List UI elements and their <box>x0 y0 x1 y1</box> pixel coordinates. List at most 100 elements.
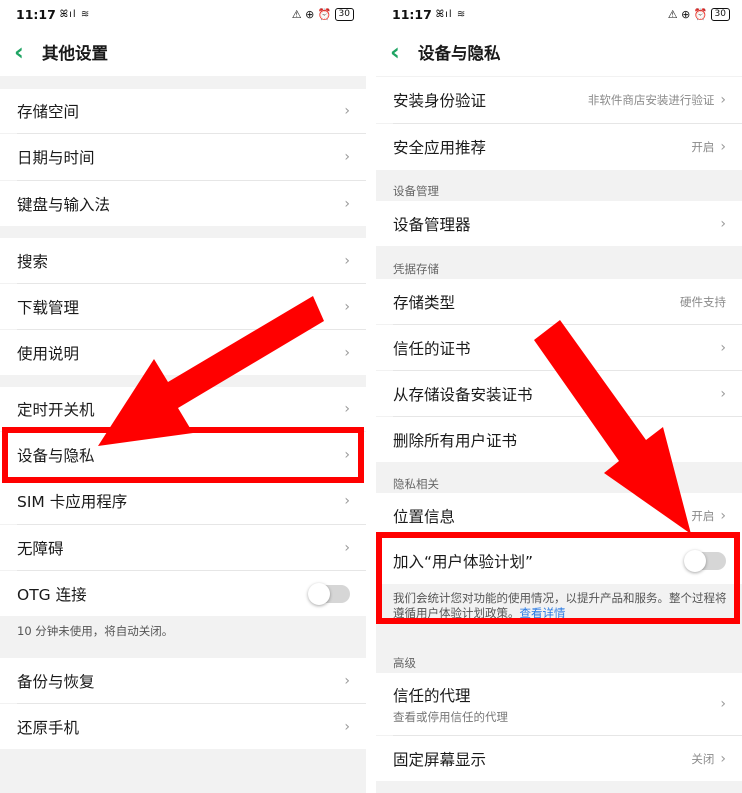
settings-item-storage-type[interactable]: 存储类型 硬件支持 <box>376 279 742 324</box>
section-label-privacy: 隐私相关 <box>393 477 439 491</box>
status-bar: 11:17 ꕤıl ≋ ⚠ ⊕ ⏰ 30 <box>0 0 366 28</box>
page-title: 设备与隐私 <box>418 44 501 63</box>
settings-item-search[interactable]: 搜索 › <box>0 238 366 283</box>
chevron-right-icon: › <box>344 401 350 417</box>
settings-item-downloads[interactable]: 下载管理 › <box>0 284 366 329</box>
chevron-right-icon: › <box>344 195 350 212</box>
title-bar: ‹ 设备与隐私 <box>376 28 742 76</box>
status-time: 11:17 <box>392 6 432 22</box>
settings-item-label: 定时开关机 <box>17 401 95 419</box>
chevron-right-icon: › <box>720 339 726 356</box>
chevron-right-icon: › <box>344 539 350 556</box>
settings-item-manual[interactable]: 使用说明 › <box>0 330 366 375</box>
battery-icon: 30 <box>334 7 354 21</box>
chevron-right-icon: › <box>720 696 726 712</box>
settings-item-screen-pin[interactable]: 固定屏幕显示 关闭 › <box>376 736 742 781</box>
settings-item-trusted-agent[interactable]: 信任的代理 查看或停用信任的代理 › <box>376 673 742 735</box>
settings-item-reset[interactable]: 还原手机 › <box>0 704 366 749</box>
chevron-right-icon: › <box>720 139 726 155</box>
device-privacy-screen: 11:17 ꕤıl ≋ ⚠ ⊕ ⏰ 30 ‹ 设备与隐私 安装身份验证 非软件商… <box>376 0 742 793</box>
settings-item-label: 存储类型 <box>393 293 456 312</box>
settings-item-value: 硬件支持 <box>680 294 726 309</box>
settings-item-label: 加入“用户体验计划” <box>393 553 534 571</box>
ux-plan-toggle[interactable] <box>684 550 726 572</box>
settings-item-label: 存储空间 <box>17 103 80 121</box>
ux-plan-note: 我们会统计您对功能的使用情况，以提升产品和服务。整个过程将遵循用户体验计划政策。… <box>393 591 730 619</box>
settings-item-date-time[interactable]: 日期与时间 › <box>0 134 366 180</box>
settings-item-accessibility[interactable]: 无障碍 › <box>0 525 366 570</box>
chevron-right-icon: › <box>344 344 350 361</box>
otg-toggle[interactable] <box>308 582 350 605</box>
otg-note: 10 分钟未使用，将自动关闭。 <box>17 624 174 638</box>
settings-item-label: 信任的代理 <box>393 686 471 705</box>
settings-item-otg[interactable]: OTG 连接 <box>0 571 366 616</box>
settings-item-label: 下载管理 <box>17 298 80 317</box>
chevron-right-icon: › <box>720 385 726 402</box>
settings-item-value: 开启 <box>691 140 715 154</box>
chevron-right-icon: › <box>344 252 350 269</box>
battery-icon: 30 <box>710 7 730 21</box>
settings-item-safe-app[interactable]: 安全应用推荐 开启 › <box>376 124 742 170</box>
signal-icon: ꕤıl ≋ <box>59 8 91 20</box>
settings-item-trusted-cert[interactable]: 信任的证书 › <box>376 325 742 370</box>
ux-plan-details-link[interactable]: 查看详情 <box>520 606 566 619</box>
settings-item-location[interactable]: 位置信息 开启 › <box>376 493 742 538</box>
chevron-right-icon: › <box>720 215 726 232</box>
back-arrow-icon[interactable]: ‹ <box>390 40 416 64</box>
settings-item-label: 信任的证书 <box>393 339 471 358</box>
settings-item-subtitle: 查看或停用信任的代理 <box>393 709 508 724</box>
settings-item-label: 使用说明 <box>17 344 80 363</box>
settings-item-label: 无障碍 <box>17 539 64 558</box>
settings-item-keyboard[interactable]: 键盘与输入法 › <box>0 181 366 226</box>
chevron-right-icon: › <box>344 149 350 165</box>
settings-item-label: 备份与恢复 <box>17 672 95 691</box>
settings-item-sim-apps[interactable]: SIM 卡应用程序 › <box>0 478 366 524</box>
settings-item-backup[interactable]: 备份与恢复 › <box>0 658 366 703</box>
other-settings-screen: 11:17 ꕤıl ≋ ⚠ ⊕ ⏰ 30 ‹ 其他设置 存储空间 › 日期与时间 ›… <box>0 0 366 793</box>
title-bar: ‹ 其他设置 <box>0 28 366 76</box>
chevron-right-icon: › <box>344 103 350 119</box>
chevron-right-icon: › <box>344 672 350 689</box>
status-time: 11:17 <box>16 6 56 22</box>
settings-item-ux-plan[interactable]: 加入“用户体验计划” <box>376 538 742 584</box>
settings-item-label: 安全应用推荐 <box>393 139 487 157</box>
settings-item-install-verify[interactable]: 安装身份验证 非软件商店安装进行验证 › <box>376 77 742 123</box>
settings-item-device-privacy[interactable]: 设备与隐私 › <box>0 432 366 478</box>
panel-gap <box>366 0 376 793</box>
settings-item-label: 删除所有用户证书 <box>393 431 518 450</box>
settings-item-label: 还原手机 <box>17 718 80 737</box>
settings-item-scheduled-power[interactable]: 定时开关机 › <box>0 387 366 431</box>
settings-item-label: 固定屏幕显示 <box>393 750 487 769</box>
status-icons: ⚠ ⊕ ⏰ <box>291 7 332 21</box>
settings-item-label: 键盘与输入法 <box>17 195 111 214</box>
chevron-right-icon: › <box>344 447 350 463</box>
settings-item-label: 设备与隐私 <box>17 447 95 465</box>
section-label-device-management: 设备管理 <box>393 184 439 198</box>
settings-item-value: 开启 <box>691 508 715 523</box>
status-bar: 11:17 ꕤıl ≋ ⚠ ⊕ ⏰ 30 <box>376 0 742 28</box>
page-title: 其他设置 <box>42 44 108 63</box>
chevron-right-icon: › <box>720 507 726 524</box>
signal-icon: ꕤıl ≋ <box>435 8 467 20</box>
settings-item-device-manager[interactable]: 设备管理器 › <box>376 201 742 246</box>
settings-item-label: 位置信息 <box>393 507 456 526</box>
settings-item-value: 非软件商店安装进行验证 <box>587 93 715 107</box>
settings-item-label: 从存储设备安装证书 <box>393 385 533 404</box>
settings-item-label: 设备管理器 <box>393 215 471 234</box>
section-label-advanced: 高级 <box>393 656 416 670</box>
chevron-right-icon: › <box>344 298 350 315</box>
back-arrow-icon[interactable]: ‹ <box>14 40 40 64</box>
chevron-right-icon: › <box>344 718 350 735</box>
section-label-credential-storage: 凭据存储 <box>393 262 439 276</box>
settings-item-label: SIM 卡应用程序 <box>17 493 128 511</box>
settings-item-label: OTG 连接 <box>17 585 87 604</box>
status-icons: ⚠ ⊕ ⏰ <box>667 7 708 21</box>
settings-item-storage[interactable]: 存储空间 › <box>0 89 366 133</box>
settings-item-remove-cert[interactable]: 删除所有用户证书 <box>376 417 742 462</box>
settings-item-install-cert[interactable]: 从存储设备安装证书 › <box>376 371 742 416</box>
chevron-right-icon: › <box>720 92 726 108</box>
settings-item-value: 关闭 <box>691 751 715 766</box>
settings-item-label: 日期与时间 <box>17 149 95 167</box>
settings-item-label: 安装身份验证 <box>393 92 487 110</box>
chevron-right-icon: › <box>344 493 350 509</box>
